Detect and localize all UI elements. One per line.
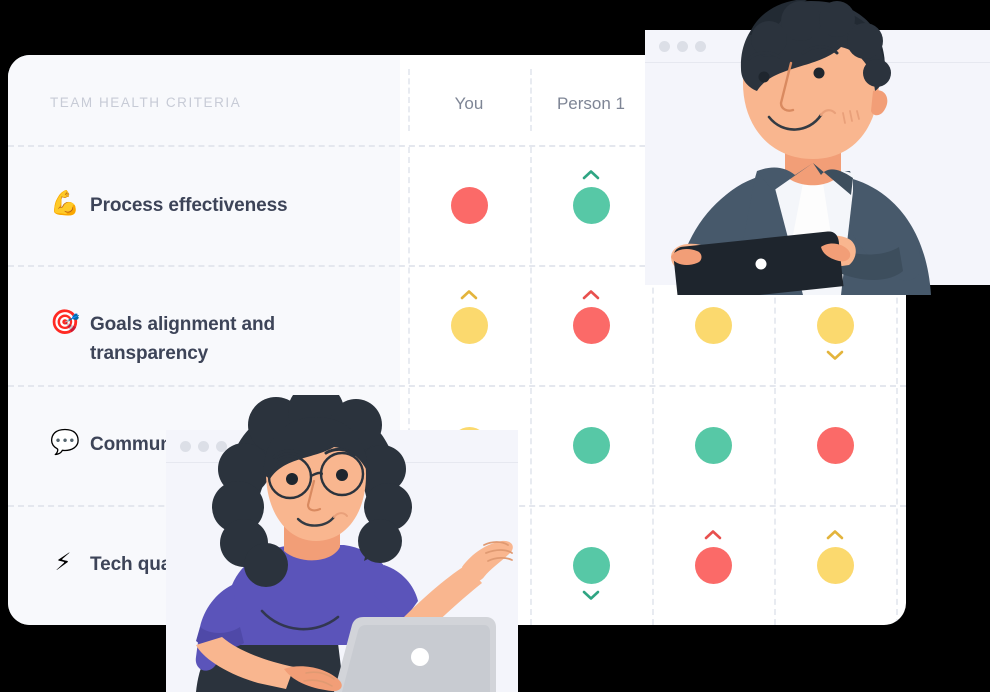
window-dot-3[interactable]	[695, 41, 706, 52]
trend-up-icon	[704, 529, 722, 540]
score-cell[interactable]	[530, 505, 652, 625]
trend-down-icon	[582, 590, 600, 601]
status-dot	[694, 546, 732, 584]
trend-up-icon	[582, 289, 600, 300]
muscle-icon: 💪	[50, 190, 80, 217]
status-dot	[816, 546, 854, 584]
trend-up-icon	[460, 289, 478, 300]
score-cell[interactable]	[408, 145, 530, 265]
trend-up-icon	[582, 169, 600, 180]
score-cell[interactable]	[530, 265, 652, 385]
status-dot	[450, 306, 488, 344]
window-header-divider	[166, 462, 518, 463]
trend-up-icon	[826, 529, 844, 540]
window-dot-2[interactable]	[677, 41, 688, 52]
status-dot	[572, 186, 610, 224]
criteria-row-2[interactable]: 🎯 Goals alignment and transparency	[50, 310, 380, 369]
score-cell[interactable]	[652, 505, 774, 625]
video-tile-man	[645, 30, 990, 285]
score-cell[interactable]	[530, 145, 652, 265]
window-dot-2[interactable]	[198, 441, 209, 452]
lightning-icon: ⚡	[54, 549, 72, 576]
window-dot-1[interactable]	[180, 441, 191, 452]
column-divider-head-1	[408, 69, 410, 131]
target-icon: 🎯	[50, 309, 80, 336]
score-cell[interactable]	[774, 505, 896, 625]
window-dot-1[interactable]	[659, 41, 670, 52]
score-cell[interactable]	[530, 385, 652, 505]
column-header-you: You	[454, 94, 484, 113]
status-dot	[572, 306, 610, 344]
status-dot	[572, 546, 610, 584]
speech-bubble-icon: 💬	[50, 429, 80, 456]
trend-down-icon	[826, 350, 844, 361]
status-dot	[694, 306, 732, 344]
status-dot	[816, 306, 854, 344]
window-header-divider	[645, 62, 990, 63]
criteria-column-header: TEAM HEALTH CRITERIA	[50, 95, 242, 110]
window-dot-3[interactable]	[216, 441, 227, 452]
score-cell[interactable]	[774, 385, 896, 505]
window-title-bar	[166, 430, 518, 462]
screenshot-stage: TEAM HEALTH CRITERIA You Person 1 💪 Proc…	[0, 0, 990, 692]
score-cell[interactable]	[408, 265, 530, 385]
criteria-label: Goals alignment and transparency	[90, 314, 275, 365]
status-dot	[694, 426, 732, 464]
score-cell[interactable]	[652, 385, 774, 505]
criteria-row-1[interactable]: 💪 Process effectiveness	[50, 191, 380, 220]
window-title-bar	[645, 30, 990, 62]
criteria-label: Process effectiveness	[90, 195, 288, 216]
status-dot	[816, 426, 854, 464]
column-header-person-1: Person 1	[556, 94, 626, 113]
status-dot	[450, 186, 488, 224]
status-dot	[572, 426, 610, 464]
video-tile-woman	[166, 430, 518, 692]
column-divider-head-2	[530, 69, 532, 131]
